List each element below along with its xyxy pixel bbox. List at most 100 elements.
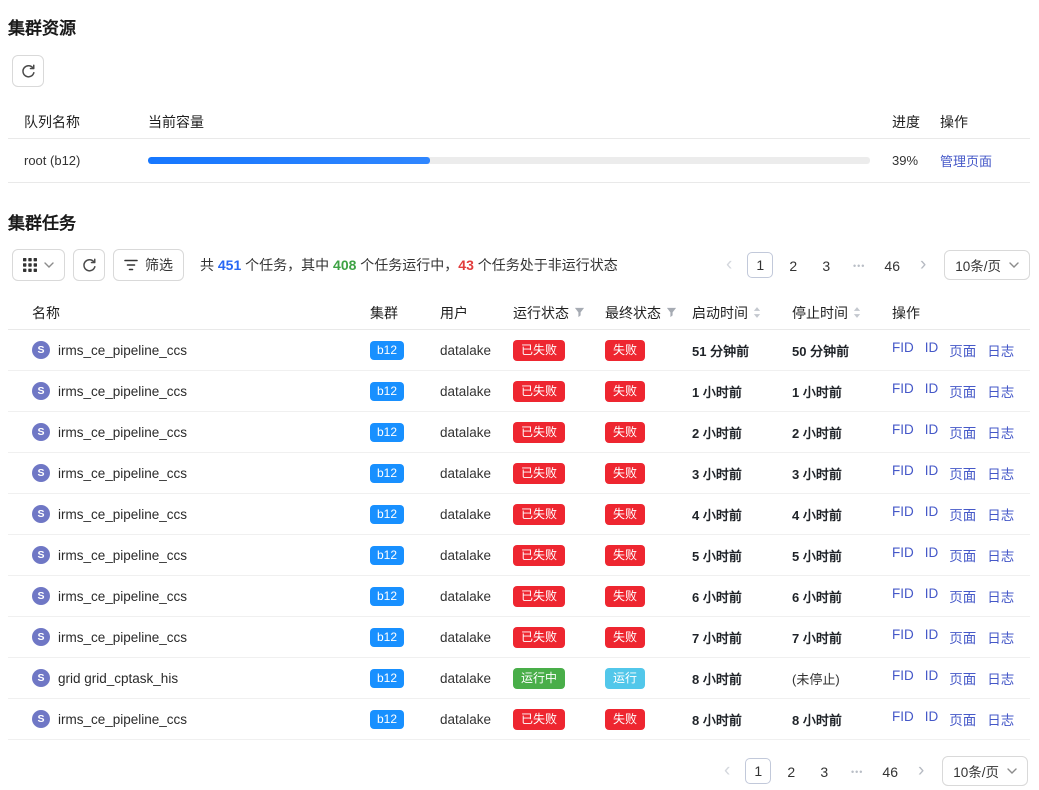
sort-icon[interactable] xyxy=(753,306,761,319)
page-size-select[interactable]: 10条/页 xyxy=(942,756,1028,786)
page: 集群资源 队列名称 当前容量 进度 操作 root (b12) xyxy=(0,0,1039,786)
id-link[interactable]: ID xyxy=(925,340,939,360)
log-link[interactable]: 日志 xyxy=(987,340,1014,360)
page-number[interactable]: ••• xyxy=(844,758,870,784)
page-link[interactable]: 页面 xyxy=(949,545,976,565)
next-page-button[interactable]: › xyxy=(910,760,932,782)
fid-link[interactable]: FID xyxy=(892,340,914,360)
page-number[interactable]: 1 xyxy=(745,758,771,784)
tasks-refresh-button[interactable] xyxy=(73,249,105,281)
task-name: irms_ce_pipeline_ccs xyxy=(58,384,187,399)
log-link[interactable]: 日志 xyxy=(987,668,1014,688)
id-link[interactable]: ID xyxy=(925,586,939,606)
column-settings-button[interactable] xyxy=(12,249,65,281)
page-size-value: 10条/页 xyxy=(955,255,1001,275)
cluster-badge: b12 xyxy=(370,423,404,442)
filter-button[interactable]: 筛选 xyxy=(113,249,184,281)
page-link[interactable]: 页面 xyxy=(949,340,976,360)
task-row: S irms_ce_pipeline_ccs b12 datalake 已失败 … xyxy=(8,699,1030,740)
col-name: 名称 xyxy=(32,303,60,323)
grid-icon xyxy=(23,258,37,272)
page-number[interactable]: 46 xyxy=(879,252,905,278)
resources-refresh-button[interactable] xyxy=(12,55,44,87)
fid-link[interactable]: FID xyxy=(892,422,914,442)
footer-bar: ‹ 1 2 3 ••• 46 › 10条/页 xyxy=(8,756,1030,786)
page-link[interactable]: 页面 xyxy=(949,463,976,483)
next-page-button[interactable]: › xyxy=(912,254,934,276)
col-current-capacity: 当前容量 xyxy=(148,112,892,132)
spark-avatar-icon: S xyxy=(32,669,50,687)
log-link[interactable]: 日志 xyxy=(987,381,1014,401)
cluster-badge: b12 xyxy=(370,505,404,524)
page-number[interactable]: 2 xyxy=(780,252,806,278)
id-link[interactable]: ID xyxy=(925,545,939,565)
page-number[interactable]: 3 xyxy=(811,758,837,784)
page-link[interactable]: 页面 xyxy=(949,381,976,401)
id-link[interactable]: ID xyxy=(925,709,939,729)
task-row: S irms_ce_pipeline_ccs b12 datalake 已失败 … xyxy=(8,535,1030,576)
col-action: 操作 xyxy=(892,303,920,323)
cluster-badge: b12 xyxy=(370,546,404,565)
fid-link[interactable]: FID xyxy=(892,668,914,688)
log-link[interactable]: 日志 xyxy=(987,504,1014,524)
id-link[interactable]: ID xyxy=(925,627,939,647)
queue-name: root (b12) xyxy=(24,153,148,168)
prev-page-button[interactable]: ‹ xyxy=(718,254,740,276)
chevron-down-icon xyxy=(44,262,54,268)
fid-link[interactable]: FID xyxy=(892,586,914,606)
total-count: 451 xyxy=(218,257,241,273)
page-link[interactable]: 页面 xyxy=(949,668,976,688)
task-row: S irms_ce_pipeline_ccs b12 datalake 已失败 … xyxy=(8,453,1030,494)
page-number[interactable]: 3 xyxy=(813,252,839,278)
fid-link[interactable]: FID xyxy=(892,627,914,647)
prev-page-button[interactable]: ‹ xyxy=(716,760,738,782)
filter-button-label: 筛选 xyxy=(145,255,173,275)
start-time: 8 小时前 xyxy=(692,710,792,729)
fid-link[interactable]: FID xyxy=(892,463,914,483)
page-link[interactable]: 页面 xyxy=(949,504,976,524)
id-link[interactable]: ID xyxy=(925,422,939,442)
task-name: irms_ce_pipeline_ccs xyxy=(58,712,187,727)
id-link[interactable]: ID xyxy=(925,504,939,524)
stop-time: 7 小时前 xyxy=(792,628,892,647)
page-number[interactable]: 1 xyxy=(747,252,773,278)
page-number[interactable]: 46 xyxy=(877,758,903,784)
start-time: 7 小时前 xyxy=(692,628,792,647)
fid-link[interactable]: FID xyxy=(892,709,914,729)
filter-funnel-icon[interactable] xyxy=(666,307,677,318)
final-status-badge: 失败 xyxy=(605,422,645,443)
id-link[interactable]: ID xyxy=(925,381,939,401)
start-time: 4 小时前 xyxy=(692,505,792,524)
task-name: grid grid_cptask_his xyxy=(58,671,178,686)
log-link[interactable]: 日志 xyxy=(987,586,1014,606)
task-name: irms_ce_pipeline_ccs xyxy=(58,343,187,358)
task-row: S irms_ce_pipeline_ccs b12 datalake 已失败 … xyxy=(8,617,1030,658)
id-link[interactable]: ID xyxy=(925,463,939,483)
filter-funnel-icon[interactable] xyxy=(574,307,585,318)
log-link[interactable]: 日志 xyxy=(987,545,1014,565)
fid-link[interactable]: FID xyxy=(892,504,914,524)
col-final-status: 最终状态 xyxy=(605,303,661,323)
cluster-badge: b12 xyxy=(370,587,404,606)
log-link[interactable]: 日志 xyxy=(987,463,1014,483)
log-link[interactable]: 日志 xyxy=(987,709,1014,729)
start-time: 3 小时前 xyxy=(692,464,792,483)
spark-avatar-icon: S xyxy=(32,587,50,605)
id-link[interactable]: ID xyxy=(925,668,939,688)
sort-icon[interactable] xyxy=(853,306,861,319)
fid-link[interactable]: FID xyxy=(892,381,914,401)
page-link[interactable]: 页面 xyxy=(949,422,976,442)
col-cluster: 集群 xyxy=(370,303,398,323)
page-size-select[interactable]: 10条/页 xyxy=(944,250,1030,280)
page-number[interactable]: ••• xyxy=(846,252,872,278)
page-link[interactable]: 页面 xyxy=(949,627,976,647)
task-user: datalake xyxy=(440,384,513,399)
log-link[interactable]: 日志 xyxy=(987,627,1014,647)
fid-link[interactable]: FID xyxy=(892,545,914,565)
page-link[interactable]: 页面 xyxy=(949,586,976,606)
page-number[interactable]: 2 xyxy=(778,758,804,784)
page-link[interactable]: 页面 xyxy=(949,709,976,729)
tasks-table-header: 名称 集群 用户 运行状态 最终状态 启动时间 xyxy=(8,296,1030,330)
manage-page-link[interactable]: 管理页面 xyxy=(940,154,992,169)
log-link[interactable]: 日志 xyxy=(987,422,1014,442)
